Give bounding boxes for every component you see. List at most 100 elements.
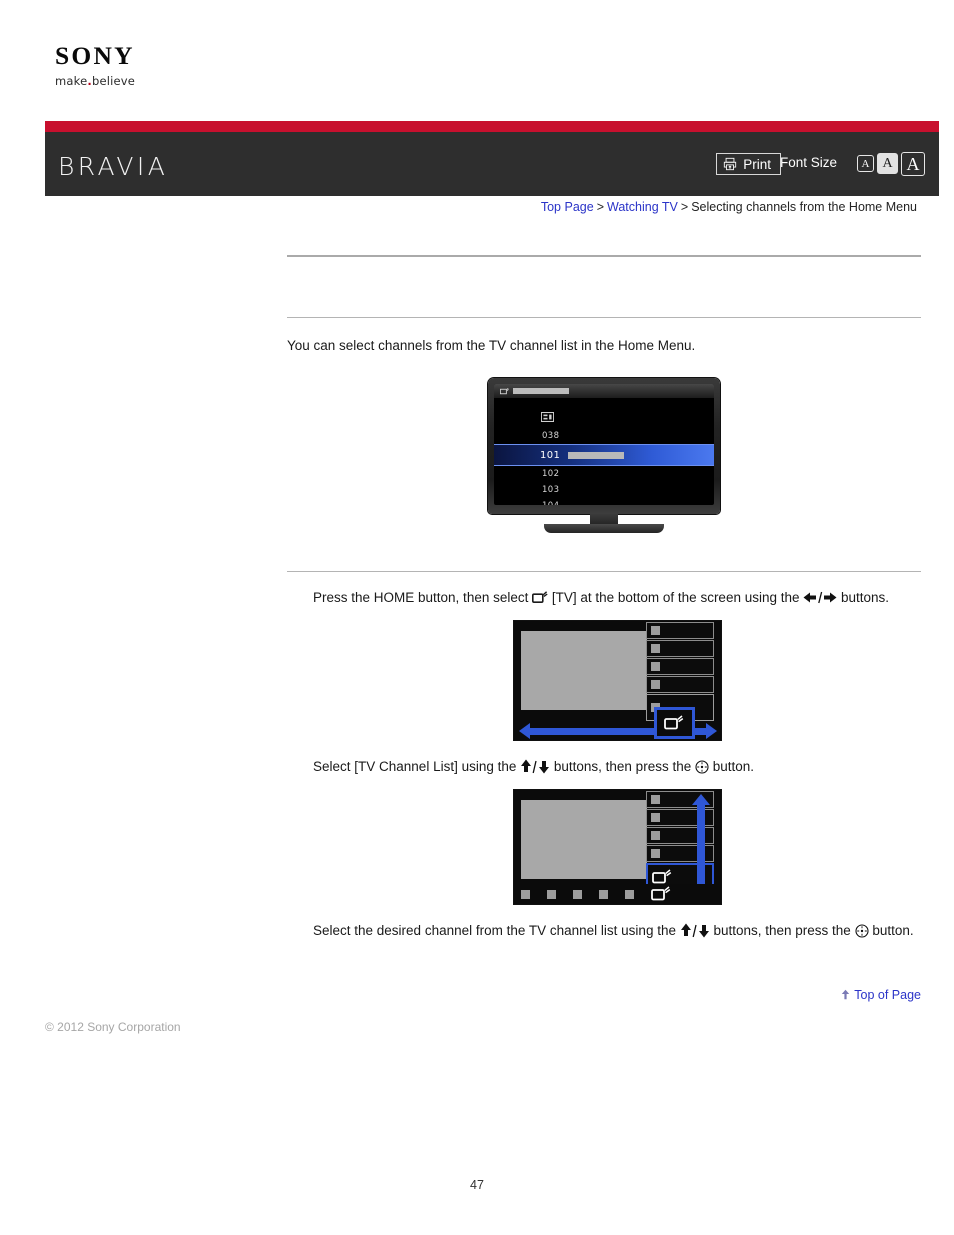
channel-row[interactable]: 103 <box>494 482 714 498</box>
copyright-text: © 2012 Sony Corporation <box>45 1020 181 1034</box>
tv-stand-neck <box>590 514 618 525</box>
channel-row[interactable]: 038 <box>494 428 714 444</box>
channel-name-bar <box>568 451 625 459</box>
step-2-text-part-1: Select [TV Channel List] using the <box>313 759 521 775</box>
print-button[interactable]: Print <box>716 153 781 175</box>
page-number: 47 <box>470 1178 484 1192</box>
page-title <box>287 257 921 309</box>
breadcrumb-separator-2: > <box>680 200 689 214</box>
menu-item[interactable] <box>645 622 714 640</box>
tv-category-button-highlighted[interactable] <box>653 707 695 740</box>
menu-item[interactable] <box>645 658 714 676</box>
category-icon[interactable] <box>598 889 608 899</box>
channel-row[interactable]: 102 <box>494 466 714 482</box>
menu-item-thumb <box>650 795 660 805</box>
up-arrow-head-icon <box>691 794 710 806</box>
menu-preview-panel <box>520 800 647 880</box>
red-accent-bar <box>45 121 939 132</box>
step-3-text-part-2: buttons, then press the <box>709 923 855 939</box>
category-icon[interactable] <box>624 889 634 899</box>
top-of-page-link[interactable]: Top of Page <box>854 988 921 1002</box>
menu-item-thumb <box>650 680 660 690</box>
tv-screen: 038 101 102 103 104 105 <box>494 384 714 506</box>
category-icon[interactable] <box>572 889 582 899</box>
tv-topbar-label-bar <box>513 388 569 395</box>
category-icon[interactable] <box>520 889 530 899</box>
steps-top-divider <box>287 571 921 573</box>
title-bottom-divider <box>287 317 921 318</box>
menu-category-bar <box>513 884 721 905</box>
tv-icon[interactable] <box>650 886 671 902</box>
tv-screen-topbar <box>494 384 714 399</box>
up-arrow-icon <box>842 989 850 1000</box>
arrow-shaft <box>696 805 705 892</box>
tv-channel-list-illustration: 038 101 102 103 104 105 <box>287 378 921 534</box>
font-size-small-button[interactable]: A <box>857 155 874 172</box>
breadcrumb: Top Page > Watching TV > Selecting channels … <box>541 200 917 214</box>
breadcrumb-separator-1: > <box>596 200 604 214</box>
tv-stand-base <box>544 524 664 534</box>
print-button-label: Print <box>743 156 771 172</box>
bravia-logo: BRAVIA <box>58 152 169 181</box>
channel-row[interactable]: 104 <box>494 498 714 505</box>
step-3-text-part-3: button. <box>868 923 914 939</box>
menu-item-thumb <box>650 626 660 636</box>
tv-icon <box>532 591 548 604</box>
step-3: Select the desired channel from the TV c… <box>287 921 921 941</box>
menu-item[interactable] <box>645 640 714 658</box>
sony-logo: SONY make.believe <box>55 44 255 88</box>
tv-bezel: 038 101 102 103 104 105 <box>488 378 720 515</box>
step-1: Press the HOME button, then select [TV] … <box>287 588 921 742</box>
step-1-text-part-3: buttons. <box>837 590 890 606</box>
step-3-text-part-1: Select the desired channel from the TV c… <box>313 923 680 939</box>
font-size-large-button[interactable]: A <box>901 152 925 176</box>
main-content: You can select channels from the TV chan… <box>287 255 921 941</box>
printer-icon <box>724 157 737 171</box>
font-size-controls: A A A <box>857 152 925 176</box>
menu-item[interactable] <box>645 676 714 694</box>
site-header: BRAVIA Print Font Size A A A <box>45 132 939 196</box>
intro-text: You can select channels from the TV chan… <box>287 338 696 353</box>
channel-number: 101 <box>540 449 561 461</box>
step-1-text-part-1: Press the HOME button, then select <box>313 590 533 606</box>
category-icon[interactable] <box>546 889 556 899</box>
tagline-make: make <box>55 74 88 88</box>
tv-icon <box>651 869 671 884</box>
home-menu-mock-vertical <box>512 789 722 906</box>
tagline-believe: believe <box>91 74 136 88</box>
step-2-figure <box>313 789 921 906</box>
up-down-arrows-icon <box>521 759 550 774</box>
step-2-text-part-3: button. <box>708 759 755 775</box>
left-arrow-head-icon <box>518 723 530 740</box>
channel-number: 104 <box>542 501 559 505</box>
channel-number: 103 <box>542 485 560 496</box>
tv-icon <box>500 387 509 394</box>
sony-wordmark: SONY <box>55 43 135 70</box>
channel-number: 038 <box>542 431 560 442</box>
step-2: Select [TV Channel List] using the butto… <box>287 757 921 906</box>
top-of-page-link-wrapper: Top of Page <box>287 988 921 1002</box>
breadcrumb-item-watching-tv[interactable]: Watching TV <box>607 200 678 214</box>
menu-item-thumb <box>650 644 660 654</box>
channel-grid-icon <box>541 412 554 423</box>
enter-button-icon <box>855 924 869 938</box>
tv-icon <box>664 715 684 730</box>
enter-button-icon <box>695 760 709 774</box>
up-down-arrows-icon <box>680 923 709 938</box>
font-size-medium-button[interactable]: A <box>877 153 898 174</box>
channel-row-selected[interactable]: 101 <box>494 444 714 467</box>
font-size-label: Font Size <box>779 155 837 170</box>
breadcrumb-item-top-page[interactable]: Top Page <box>541 200 594 214</box>
home-menu-mock-horizontal <box>512 620 722 742</box>
channel-number: 102 <box>542 469 560 480</box>
sony-tagline: make.believe <box>55 74 255 88</box>
breadcrumb-item-current: Selecting channels from the Home Menu <box>691 200 917 214</box>
step-1-figure <box>313 620 921 742</box>
step-2-text-part-2: buttons, then press the <box>550 759 695 775</box>
right-arrow-head-icon <box>705 723 717 740</box>
left-right-arrows-icon <box>803 592 837 604</box>
menu-item-thumb <box>650 831 660 841</box>
menu-item-thumb <box>650 662 660 672</box>
menu-item-thumb <box>650 813 660 823</box>
step-1-text-part-2: [TV] at the bottom of the screen using t… <box>548 590 804 606</box>
